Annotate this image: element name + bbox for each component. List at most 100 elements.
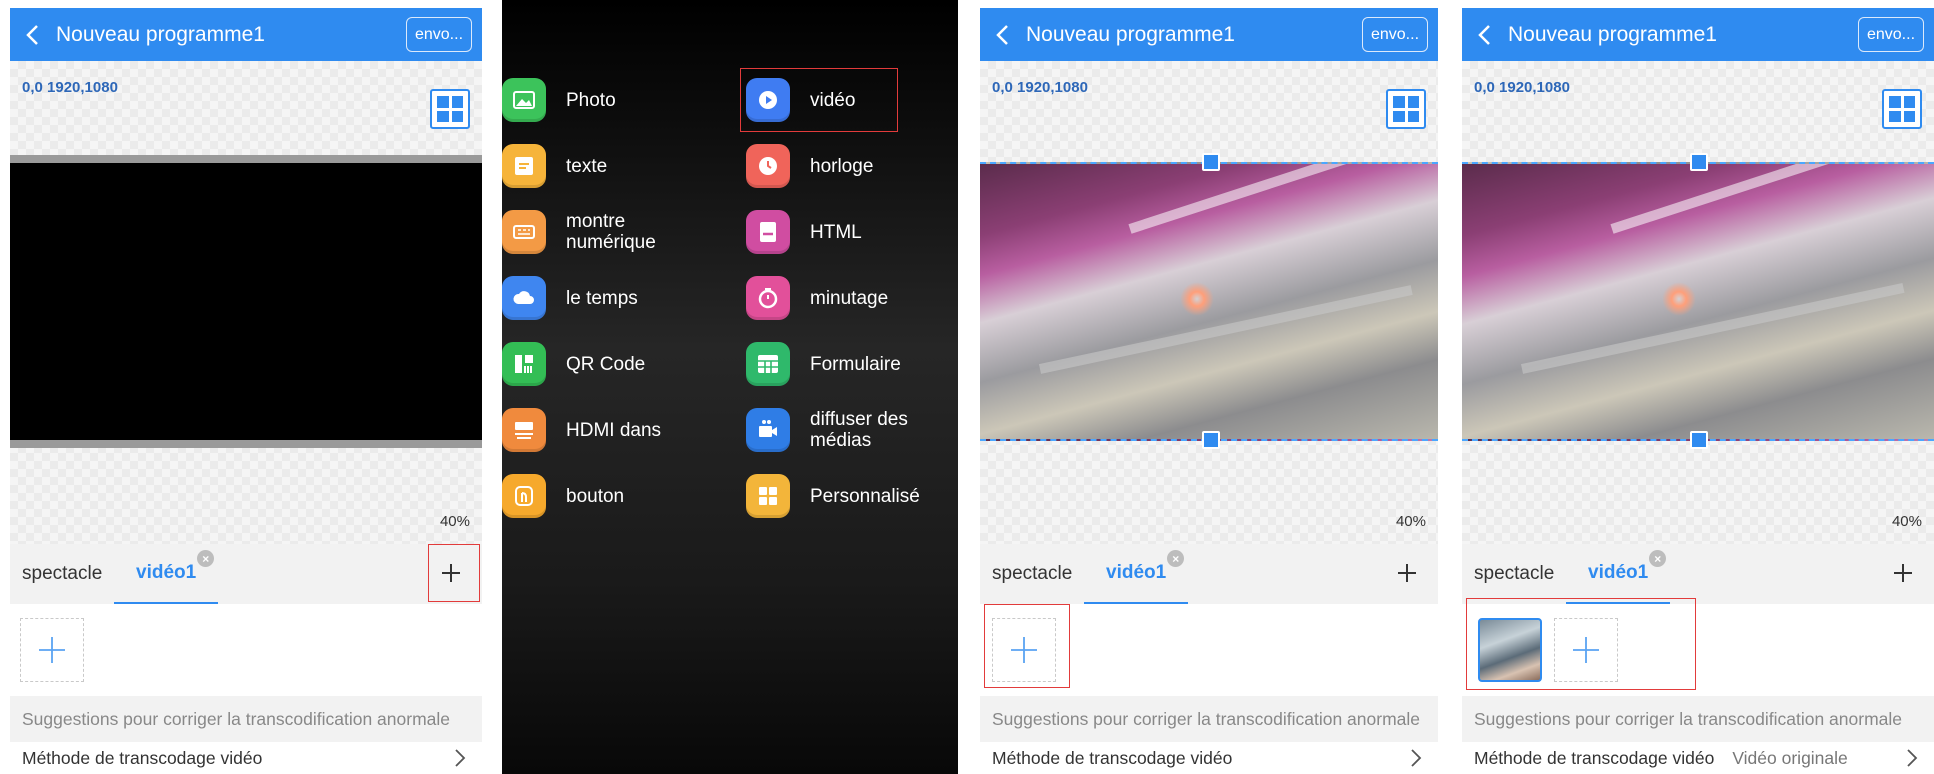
back-button[interactable] [1462,8,1508,61]
page-title: Nouveau programme1 [56,22,265,46]
chevron-right-icon [1411,749,1422,767]
menu-item-custom[interactable]: Personnalisé [746,468,920,524]
html-icon [746,210,790,254]
close-tab-icon[interactable]: × [197,550,215,567]
menu-item-form[interactable]: Formulaire [746,336,901,392]
zoom-level: 40% [1395,513,1426,530]
menu-item-video[interactable]: vidéo [746,72,855,128]
chevron-left-icon [1478,24,1490,45]
menu-item-hdmi[interactable]: HDMI dans [502,402,661,458]
hdmi-icon [502,408,546,452]
header-bar: Nouveau programme1 envo... [1462,8,1934,61]
photo-icon [502,78,546,122]
tab-video1[interactable]: vidéo1 × [114,544,219,604]
tutorial-screenshot: Nouveau programme1 envo... 0,0 1920,1080… [0,0,1934,774]
tab-bar: spectacle vidéo1 × [10,544,482,604]
chevron-right-icon [1907,749,1918,767]
transcode-method-row[interactable]: Méthode de transcodage vidéo [980,742,1438,774]
add-window-button[interactable] [1888,558,1918,588]
chevron-left-icon [996,24,1008,45]
menu-item-stream-media[interactable]: diffuser des médias [746,402,920,458]
menu-item-label: Formulaire [810,353,901,375]
menu-item-text[interactable]: texte [502,138,607,194]
layout-grid-button[interactable] [1882,89,1922,129]
transcode-method-row[interactable]: Méthode de transcodage vidéo Vidéo origi… [1462,742,1934,774]
video-window-preview[interactable] [1462,162,1934,441]
menu-item-timer[interactable]: minutage [746,270,888,326]
menu-item-label: bouton [566,485,625,507]
transcode-suggestions[interactable]: Suggestions pour corriger la transcodifi… [10,696,482,742]
plus-icon [1011,637,1037,663]
add-window-button[interactable] [1392,558,1422,588]
transcode-method-label: Méthode de transcodage vidéo [1474,747,1715,768]
tab-show[interactable]: spectacle [1474,563,1566,585]
menu-item-clock[interactable]: horloge [746,138,873,194]
send-button[interactable]: envo... [1858,17,1924,52]
tab-show[interactable]: spectacle [22,563,114,585]
resize-handle-bottom[interactable] [1202,431,1220,449]
zoom-level: 40% [439,513,470,530]
transcode-suggestions[interactable]: Suggestions pour corriger la transcodifi… [1462,696,1934,742]
tab-show[interactable]: spectacle [992,563,1084,585]
menu-item-label: horloge [810,155,874,177]
media-list [1462,604,1934,696]
tab-video1[interactable]: vidéo1 × [1084,544,1189,604]
media-thumbnail[interactable] [1478,618,1542,682]
text-icon [502,144,546,188]
close-tab-icon[interactable]: × [1649,550,1667,567]
video-window-empty[interactable] [10,155,482,448]
back-button[interactable] [10,8,56,61]
button-icon [502,474,546,518]
header-bar: Nouveau programme1 envo... [10,8,482,61]
weather-icon [502,276,546,320]
program-canvas[interactable]: 0,0 1920,1080 40% [10,61,482,544]
tab-video1-label: vidéo1 [136,562,197,583]
close-tab-icon[interactable]: × [1167,550,1185,567]
plus-icon [442,564,460,582]
menu-item-photo[interactable]: Photo [502,72,616,128]
tab-video1-label: vidéo1 [1106,562,1167,583]
window-type-menu: Photo vidéo texte horloge montre numérique HT… [502,0,958,774]
menu-item-label: Personnalisé [810,485,920,507]
send-button[interactable]: envo... [1362,17,1428,52]
resize-handle-top[interactable] [1690,153,1708,171]
editor-panel-video-window: Nouveau programme1 envo... 0,0 1920,1080… [980,0,1438,774]
resize-handle-bottom[interactable] [1690,431,1708,449]
clock-icon [746,144,790,188]
custom-icon [746,474,790,518]
layout-grid-button[interactable] [1386,89,1426,129]
menu-item-qr-code[interactable]: QR Code [502,336,645,392]
menu-item-label: HTML [810,221,862,243]
menu-item-digital-clock[interactable]: montre numérique [502,204,656,260]
form-icon [746,342,790,386]
page-title: Nouveau programme1 [1508,22,1717,46]
chevron-left-icon [26,24,38,45]
transcode-suggestions[interactable]: Suggestions pour corriger la transcodifi… [980,696,1438,742]
menu-item-label: Photo [566,89,616,111]
back-button[interactable] [980,8,1026,61]
zoom-level: 40% [1891,513,1922,530]
program-canvas[interactable]: 0,0 1920,1080 40% [1462,61,1934,544]
video-window-preview[interactable] [980,162,1438,441]
menu-item-button[interactable]: bouton [502,468,624,524]
tab-video1[interactable]: vidéo1 × [1566,544,1671,604]
page-title: Nouveau programme1 [1026,22,1235,46]
transcode-method-label: Méthode de transcodage vidéo [22,747,263,768]
menu-item-label: diffuser des médias [810,409,908,451]
add-media-button[interactable] [1554,618,1618,682]
menu-item-html[interactable]: HTML [746,204,862,260]
add-media-button[interactable] [20,618,84,682]
transcode-method-row[interactable]: Méthode de transcodage vidéo [10,742,482,774]
program-canvas[interactable]: 0,0 1920,1080 40% [980,61,1438,544]
add-window-button[interactable] [436,558,466,588]
transcode-method-label: Méthode de transcodage vidéo [992,747,1233,768]
menu-item-weather[interactable]: le temps [502,270,638,326]
layout-grid-button[interactable] [430,89,470,129]
send-button[interactable]: envo... [406,17,472,52]
add-media-button[interactable] [992,618,1056,682]
editor-panel-media-added: Nouveau programme1 envo... 0,0 1920,1080… [1462,0,1934,774]
menu-item-label: vidéo [810,89,856,111]
editor-panel-empty-video: Nouveau programme1 envo... 0,0 1920,1080… [10,0,482,774]
timer-icon [746,276,790,320]
resize-handle-top[interactable] [1202,153,1220,171]
